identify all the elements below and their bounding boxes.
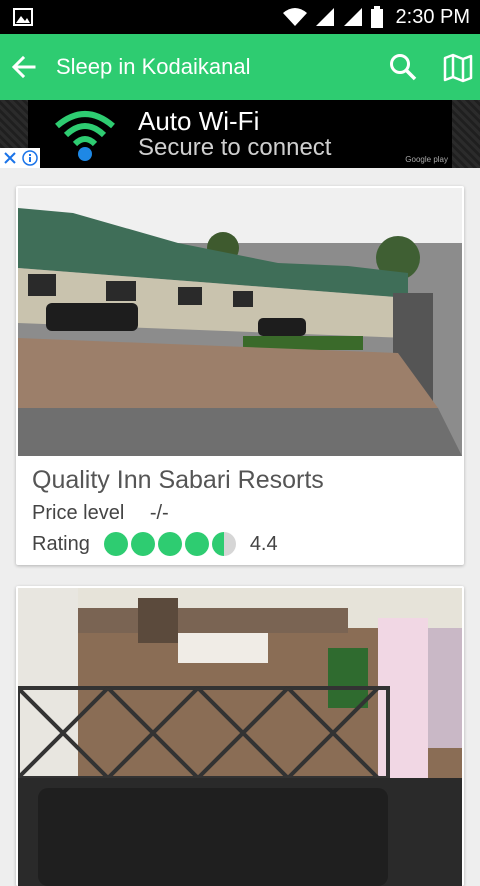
rating-dot	[157, 532, 182, 556]
app-bar: Sleep in Kodaikanal	[0, 34, 480, 100]
price-level-label: Price level	[32, 502, 125, 524]
rating-dot	[130, 532, 155, 556]
signal-icon-2	[343, 8, 362, 26]
status-time: 2:30 PM	[395, 5, 470, 28]
search-icon[interactable]	[388, 52, 418, 82]
rating-dot	[184, 532, 209, 556]
battery-icon	[370, 6, 383, 28]
hotel-card[interactable]: Quality Inn Sabari Resorts Price level -…	[16, 186, 464, 565]
price-level-value: -/-	[149, 502, 169, 524]
rating-row: Rating 4.4	[32, 532, 278, 556]
ad-title: Auto Wi-Fi	[138, 106, 260, 136]
hotel-photo	[18, 588, 462, 886]
map-icon[interactable]	[442, 52, 474, 84]
page-title: Sleep in Kodaikanal	[56, 54, 251, 79]
wifi-icon	[282, 8, 307, 26]
close-icon[interactable]	[0, 148, 20, 168]
ad-banner[interactable]: Auto Wi-Fi Secure to connect Google play	[0, 100, 480, 168]
signal-icon	[315, 8, 334, 26]
google-play-badge: Google play	[405, 155, 448, 164]
price-level-row: Price level -/-	[32, 502, 169, 525]
info-icon[interactable]	[20, 148, 40, 168]
rating-dot-half	[211, 532, 236, 556]
hotel-name: Quality Inn Sabari Resorts	[32, 466, 324, 494]
status-bar: 2:30 PM	[0, 0, 480, 34]
gallery-notification-icon	[13, 8, 33, 26]
arrow-left-icon[interactable]	[8, 51, 40, 83]
ad-subtitle: Secure to connect	[138, 134, 332, 161]
rating-label: Rating	[32, 532, 90, 555]
rating-value: 4.4	[249, 532, 278, 555]
hotel-photo-illustration	[18, 188, 462, 456]
hotel-card[interactable]	[16, 586, 464, 886]
hotel-photo	[18, 188, 462, 456]
rating-dot	[103, 532, 128, 556]
rating-dots	[103, 532, 236, 556]
ad-pattern-right	[452, 100, 480, 168]
hotel-photo-illustration	[18, 588, 462, 886]
status-icons: 2:30 PM	[282, 0, 470, 34]
wifi-app-icon	[55, 111, 115, 161]
